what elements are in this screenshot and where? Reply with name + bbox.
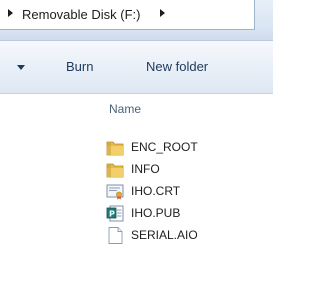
file-name: INFO xyxy=(131,162,160,176)
publisher-file-icon: P xyxy=(106,205,124,222)
blank-file-icon xyxy=(108,227,123,244)
file-name: SERIAL.AIO xyxy=(131,228,198,242)
file-name: IHO.CRT xyxy=(131,184,181,198)
folder-icon xyxy=(106,163,124,178)
toolbar: Burn New folder xyxy=(0,41,273,94)
folder-icon xyxy=(106,141,124,156)
breadcrumb-location[interactable]: Removable Disk (F:) xyxy=(22,7,140,22)
file-list: Name ENC_ROOT INFO IHO.CRT P IHO.PUB SER… xyxy=(0,94,273,286)
breadcrumb[interactable]: Removable Disk (F:) xyxy=(0,0,255,30)
file-name: ENC_ROOT xyxy=(131,140,198,154)
address-bar: Removable Disk (F:) xyxy=(0,0,273,41)
explorer-window: Removable Disk (F:) Burn New folder Name… xyxy=(0,0,273,286)
file-name: IHO.PUB xyxy=(131,206,181,220)
certificate-icon xyxy=(106,184,124,200)
column-header-name[interactable]: Name xyxy=(109,102,141,116)
list-item[interactable]: INFO xyxy=(106,160,256,180)
list-item[interactable]: ENC_ROOT xyxy=(106,138,256,158)
list-item[interactable]: IHO.CRT xyxy=(106,182,256,202)
list-item[interactable]: SERIAL.AIO xyxy=(106,226,256,246)
new-folder-button[interactable]: New folder xyxy=(146,59,208,74)
breadcrumb-next-arrow-icon[interactable] xyxy=(160,9,165,17)
breadcrumb-arrow-icon[interactable] xyxy=(8,9,13,17)
svg-text:P: P xyxy=(109,210,115,219)
list-item[interactable]: P IHO.PUB xyxy=(106,204,256,224)
burn-button[interactable]: Burn xyxy=(66,59,93,74)
organize-dropdown-icon[interactable] xyxy=(17,65,25,70)
